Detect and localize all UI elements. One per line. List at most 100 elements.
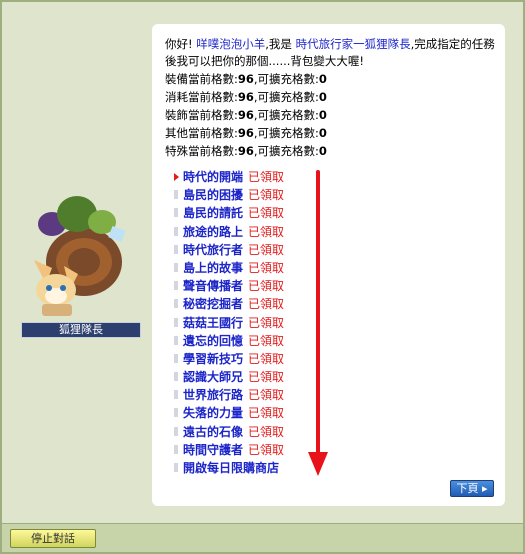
bullet-icon bbox=[174, 335, 178, 345]
quest-item[interactable]: 秘密挖掘者 已領取 bbox=[174, 295, 284, 313]
capacity-expand-label: ,可擴充格數: bbox=[253, 144, 319, 158]
quest-name: 秘密挖掘者 bbox=[183, 297, 244, 312]
capacity-line-other: 其他當前格數:96,可擴充格數:0 bbox=[165, 124, 501, 142]
bullet-icon bbox=[174, 299, 178, 309]
quest-item[interactable]: 島民的請託 已領取 bbox=[174, 204, 284, 222]
quest-item[interactable]: 時代的開端 已領取 bbox=[174, 168, 284, 186]
quest-item[interactable]: 時間守護者 已領取 bbox=[174, 441, 284, 459]
quest-item[interactable]: 菇菇王國行 已領取 bbox=[174, 314, 284, 332]
bullet-icon bbox=[174, 226, 178, 236]
quest-status: 已領取 bbox=[248, 242, 285, 257]
quest-item-shop[interactable]: 開啟每日限購商店 bbox=[174, 459, 284, 477]
bullet-icon bbox=[174, 281, 178, 291]
quest-item[interactable]: 島上的故事 已領取 bbox=[174, 259, 284, 277]
bullet-icon bbox=[174, 208, 178, 218]
quest-status: 已領取 bbox=[248, 188, 285, 203]
bottom-bar: 停止對話 bbox=[2, 523, 523, 552]
capacity-label: 特殊當前格數: bbox=[165, 144, 238, 158]
capacity-expandable: 0 bbox=[318, 126, 327, 140]
quest-item[interactable]: 失落的力量 已領取 bbox=[174, 404, 284, 422]
quest-status: 已領取 bbox=[248, 351, 285, 366]
bullet-icon bbox=[174, 372, 178, 382]
quest-status: 已領取 bbox=[248, 224, 285, 239]
npc-name-plate: 狐狸隊長 bbox=[21, 322, 141, 338]
selected-triangle-icon bbox=[174, 173, 179, 181]
quest-item[interactable]: 旅途的路上 已領取 bbox=[174, 223, 284, 241]
npc-dialog-window: 狐狸隊長 你好! 咩噗泡泡小羊,我是 時代旅行家一狐狸隊長,完成指定的任務後我可… bbox=[0, 0, 525, 554]
quest-name: 島民的請託 bbox=[183, 206, 244, 221]
quest-item[interactable]: 認識大師兄 已領取 bbox=[174, 368, 284, 386]
scroll-down-arrow-icon bbox=[308, 170, 328, 476]
capacity-expandable: 0 bbox=[318, 72, 327, 86]
quest-item[interactable]: 島民的困擾 已領取 bbox=[174, 186, 284, 204]
bullet-icon bbox=[174, 353, 178, 363]
quest-item[interactable]: 世界旅行路 已領取 bbox=[174, 386, 284, 404]
capacity-current: 96 bbox=[237, 72, 254, 86]
bullet-icon bbox=[174, 262, 178, 272]
quest-name: 開啟每日限購商店 bbox=[183, 461, 280, 475]
bullet-icon bbox=[174, 317, 178, 327]
quest-item[interactable]: 學習新技巧 已領取 bbox=[174, 350, 284, 368]
capacity-current: 96 bbox=[237, 144, 254, 158]
quest-status: 已領取 bbox=[248, 370, 285, 385]
greeting-text: 你好! bbox=[165, 37, 193, 51]
capacity-line-equip: 裝備當前格數:96,可擴充格數:0 bbox=[165, 70, 501, 88]
quest-status: 已領取 bbox=[248, 315, 285, 330]
capacity-label: 裝備當前格數: bbox=[165, 72, 238, 86]
capacity-expand-label: ,可擴充格數: bbox=[253, 90, 319, 104]
capacity-expand-label: ,可擴充格數: bbox=[253, 72, 319, 86]
quest-name: 旅途的路上 bbox=[183, 224, 244, 239]
bullet-icon bbox=[174, 426, 178, 436]
next-page-button[interactable]: 下頁 ▸ bbox=[450, 480, 494, 497]
quest-item[interactable]: 聲音傳播者 已領取 bbox=[174, 277, 284, 295]
capacity-current: 96 bbox=[237, 126, 254, 140]
intro-middle-text: ,我是 bbox=[265, 37, 292, 51]
capacity-label: 其他當前格數: bbox=[165, 126, 238, 140]
quest-name: 菇菇王國行 bbox=[183, 315, 244, 330]
quest-status: 已領取 bbox=[248, 424, 285, 439]
bullet-icon bbox=[174, 190, 178, 200]
quest-name: 遠古的石像 bbox=[183, 424, 244, 439]
capacity-expandable: 0 bbox=[318, 90, 327, 104]
quest-item[interactable]: 時代旅行者 已領取 bbox=[174, 241, 284, 259]
bullet-icon bbox=[174, 408, 178, 418]
quest-status: 已領取 bbox=[248, 206, 285, 221]
quest-status: 已領取 bbox=[248, 333, 285, 348]
capacity-expandable: 0 bbox=[318, 144, 327, 158]
quest-status: 已領取 bbox=[248, 170, 285, 184]
quest-name: 島民的困擾 bbox=[183, 188, 244, 203]
bullet-icon bbox=[174, 463, 178, 472]
capacity-line-special: 特殊當前格數:96,可擴充格數:0 bbox=[165, 142, 501, 160]
quest-name: 時代旅行者 bbox=[183, 242, 244, 257]
quest-name: 遺忘的回憶 bbox=[183, 333, 244, 348]
bullet-icon bbox=[174, 390, 178, 400]
quest-status: 已領取 bbox=[248, 297, 285, 312]
quest-status: 已領取 bbox=[248, 442, 285, 457]
quest-status: 已領取 bbox=[248, 279, 285, 294]
capacity-current: 96 bbox=[237, 90, 254, 104]
fox-captain-portrait bbox=[34, 196, 126, 316]
quest-name: 認識大師兄 bbox=[183, 370, 244, 385]
capacity-label: 消耗當前格數: bbox=[165, 90, 238, 104]
quest-name: 時代的開端 bbox=[183, 170, 244, 184]
quest-item[interactable]: 遺忘的回憶 已領取 bbox=[174, 332, 284, 350]
capacity-expand-label: ,可擴充格數: bbox=[253, 126, 319, 140]
quest-item[interactable]: 遠古的石像 已領取 bbox=[174, 423, 284, 441]
stop-conversation-button[interactable]: 停止對話 bbox=[10, 529, 96, 548]
bullet-icon bbox=[174, 444, 178, 454]
next-arrow-icon: ▸ bbox=[481, 482, 488, 495]
quest-name: 島上的故事 bbox=[183, 260, 244, 275]
quest-status: 已領取 bbox=[248, 260, 285, 275]
capacity-label: 裝飾當前格數: bbox=[165, 108, 238, 122]
quest-name: 世界旅行路 bbox=[183, 388, 244, 403]
npc-title: 時代旅行家一狐狸隊長 bbox=[295, 37, 411, 51]
quest-list: 時代的開端 已領取 島民的困擾 已領取 島民的請託 已領取 旅途的路上 已領取 時代旅行… bbox=[174, 168, 284, 477]
capacity-line-consume: 消耗當前格數:96,可擴充格數:0 bbox=[165, 88, 501, 106]
quest-status: 已領取 bbox=[248, 406, 285, 421]
quest-status: 已領取 bbox=[248, 388, 285, 403]
quest-name: 學習新技巧 bbox=[183, 351, 244, 366]
bullet-icon bbox=[174, 244, 178, 254]
dialog-intro: 你好! 咩噗泡泡小羊,我是 時代旅行家一狐狸隊長,完成指定的任務後我可以把你的那… bbox=[165, 36, 501, 160]
quest-name: 聲音傳播者 bbox=[183, 279, 244, 294]
next-page-label: 下頁 bbox=[456, 482, 479, 495]
